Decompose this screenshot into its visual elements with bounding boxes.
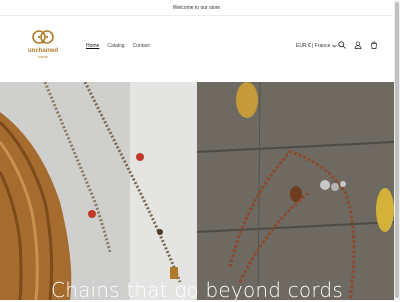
locale-label: EUR € | France <box>296 43 331 49</box>
logo-mark <box>32 30 54 44</box>
announcement-text: Welcome to our store <box>172 4 221 11</box>
site-header: unchained cords Home Catalog Contact EUR… <box>0 16 393 82</box>
logo-line2: cords <box>38 54 48 59</box>
header-icons <box>337 40 379 50</box>
logo[interactable]: unchained cords <box>17 27 69 79</box>
account-icon[interactable] <box>353 40 363 50</box>
page-scrollbar[interactable] <box>394 0 400 300</box>
locale-selector[interactable]: EUR € | France <box>296 43 338 49</box>
nav-item-catalog[interactable]: Catalog <box>107 43 124 49</box>
cart-icon[interactable] <box>369 40 379 50</box>
scrollbar-thumb[interactable] <box>395 2 399 298</box>
hero-image <box>0 82 394 300</box>
hero-banner <box>0 82 394 300</box>
search-icon[interactable] <box>337 40 347 50</box>
announcement-bar: Welcome to our store <box>0 0 393 16</box>
nav-item-home[interactable]: Home <box>86 43 99 49</box>
main-nav: Home Catalog Contact <box>86 43 150 49</box>
hero-title: Chains that go beyond cords <box>51 278 343 302</box>
nav-item-contact[interactable]: Contact <box>133 43 150 49</box>
